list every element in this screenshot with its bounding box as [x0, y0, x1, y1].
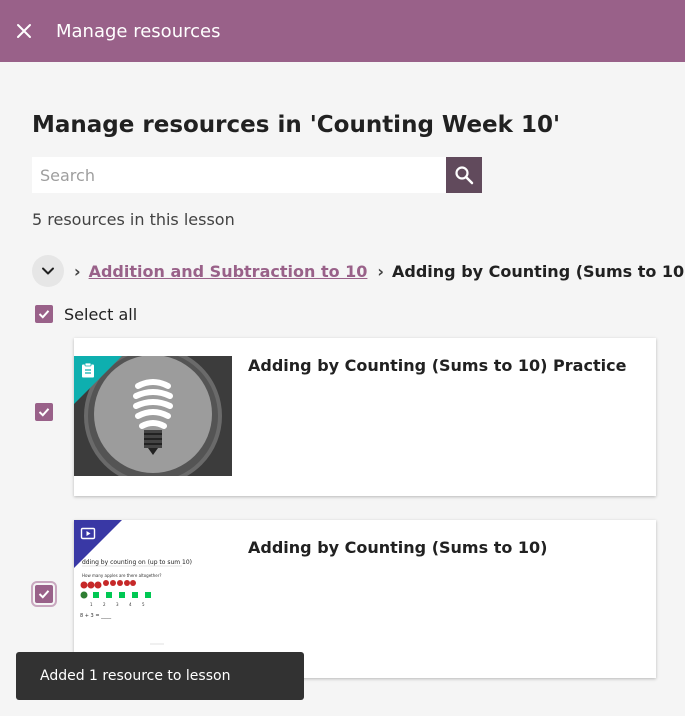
chevron-down-icon: [42, 267, 54, 275]
resource-thumbnail: dding by counting on (up to sum 10) How …: [74, 520, 232, 646]
video-icon: [80, 527, 96, 540]
breadcrumb-separator: ›: [74, 261, 81, 281]
checkmark-icon: [38, 590, 50, 599]
select-all-label: Select all: [64, 305, 138, 324]
select-all-checkbox[interactable]: [35, 305, 53, 323]
resource-checkbox[interactable]: [31, 581, 57, 607]
page-title: Manage resources in 'Counting Week 10': [32, 112, 561, 138]
search-icon: [455, 166, 474, 185]
breadcrumb-current: Adding by Counting (Sums to 10): [392, 261, 685, 281]
search-button[interactable]: [446, 157, 482, 193]
checkmark-icon: [38, 408, 50, 417]
thumb-equation: 8 + 3 = ____: [80, 613, 112, 619]
resource-title: Adding by Counting (Sums to 10): [248, 538, 548, 557]
main-content: Manage resources in 'Counting Week 10' 5…: [0, 62, 685, 716]
resource-card[interactable]: Adding by Counting (Sums to 10) Practice: [74, 338, 656, 496]
snackbar-message: Added 1 resource to lesson: [40, 668, 231, 684]
breadcrumb-separator: ›: [377, 261, 385, 281]
close-button[interactable]: [12, 19, 36, 43]
search-input[interactable]: [32, 157, 446, 193]
app-bar: Manage resources: [0, 0, 685, 62]
breadcrumb-link[interactable]: Addition and Subtraction to 10: [89, 262, 368, 281]
breadcrumb: › Addition and Subtraction to 10 › Addin…: [32, 255, 685, 287]
resource-title: Adding by Counting (Sums to 10) Practice: [248, 356, 627, 375]
collapse-button[interactable]: [32, 255, 64, 287]
resource-checkbox[interactable]: [35, 403, 53, 421]
exercise-icon: [82, 362, 94, 378]
app-bar-title: Manage resources: [56, 20, 221, 42]
thumb-question: How many apples are there altogether?: [82, 573, 161, 578]
close-icon: [17, 24, 31, 38]
resource-thumbnail: [74, 356, 232, 476]
resource-count: 5 resources in this lesson: [32, 210, 235, 229]
checkmark-icon: [38, 310, 50, 319]
snackbar: Added 1 resource to lesson: [16, 652, 304, 700]
